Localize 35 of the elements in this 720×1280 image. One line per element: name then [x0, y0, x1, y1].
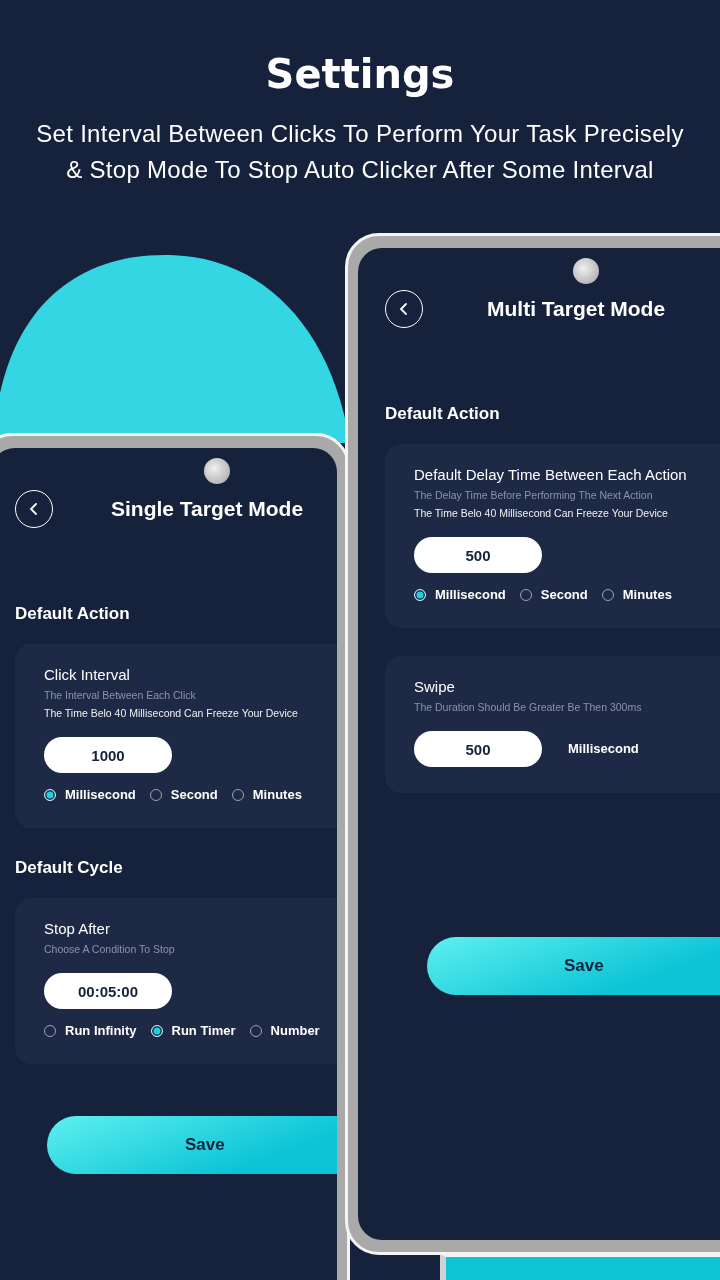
- section-heading: Default Action: [15, 604, 131, 624]
- option-label: Millisecond: [65, 787, 136, 802]
- page-title: Settings: [264, 50, 456, 98]
- card-hint: The Delay Time Before Performing The Next Action: [414, 489, 654, 501]
- card-hint: The Duration Should Be Greater Be Then 300ms: [414, 701, 643, 713]
- value-field[interactable]: 500: [414, 537, 542, 573]
- option-label: Run Timer: [171, 1023, 236, 1038]
- warning-text: The Time Belo 40 Millisecond Can Freeze Your Device: [44, 707, 299, 719]
- warning-text: The Time Belo 40 Millisecond Can Freeze Your Device: [414, 507, 669, 519]
- value-field[interactable]: 500: [414, 731, 542, 767]
- camera-icon: [573, 258, 599, 284]
- section-heading: Default Cycle: [15, 858, 124, 878]
- card-title: Click Interval: [44, 666, 131, 683]
- option-label: Minutes: [622, 587, 672, 602]
- save-button[interactable]: Save: [47, 1116, 337, 1174]
- value-field[interactable]: 00:05:00: [44, 973, 172, 1009]
- save-button[interactable]: Save: [427, 937, 720, 995]
- card-hint: Choose A Condition To Stop: [44, 943, 176, 955]
- camera-icon: [204, 458, 230, 484]
- screen-title: Single Target Mode: [111, 497, 304, 521]
- option-label: Minutes: [252, 787, 302, 802]
- option-label: Second: [540, 587, 588, 602]
- card-title: Swipe: [414, 678, 456, 695]
- option-label: Second: [170, 787, 218, 802]
- value-field[interactable]: 1000: [44, 737, 172, 773]
- card-title: Stop After: [44, 920, 111, 937]
- option-label: Millisecond: [435, 587, 506, 602]
- card-title: Default Delay Time Between Each Action: [414, 466, 688, 483]
- section-heading: Default Action: [385, 404, 501, 424]
- page-subtitle: Set Interval Between Clicks To Perform Your Task Precisely & Stop Mode To Stop Auto Clicker After Some Interval: [35, 119, 685, 185]
- screen-title: Multi Target Mode: [487, 297, 666, 321]
- unit-label: Millisecond: [568, 740, 639, 756]
- option-label: Number: [270, 1023, 320, 1038]
- card-hint: The Interval Between Each Click: [44, 689, 197, 701]
- option-label: Run Infinity: [65, 1023, 137, 1038]
